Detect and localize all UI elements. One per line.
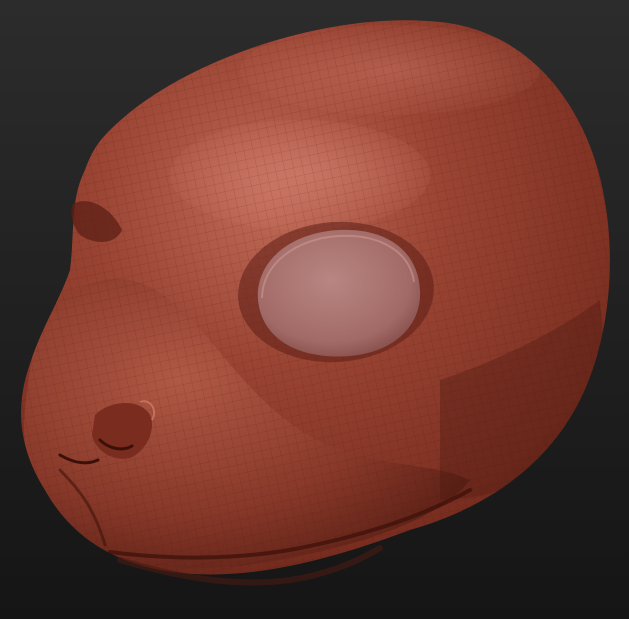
render-canvas: [0, 0, 629, 619]
3d-viewport[interactable]: [0, 0, 629, 619]
